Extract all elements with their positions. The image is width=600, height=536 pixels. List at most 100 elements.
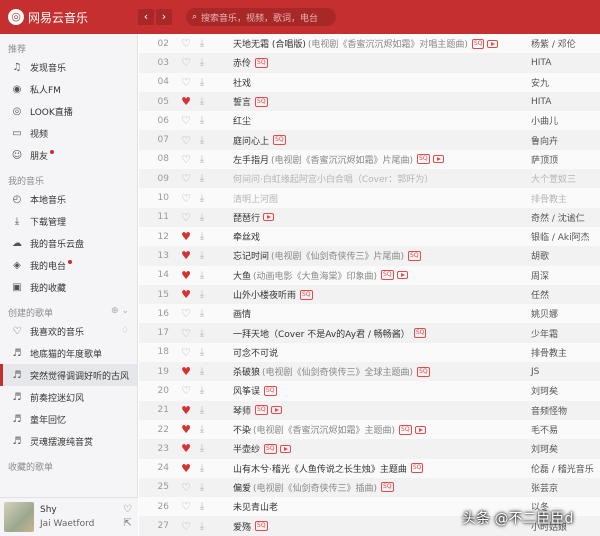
- like-icon[interactable]: ♡: [123, 503, 132, 517]
- now-playing-artist[interactable]: Jai Waetford: [40, 517, 94, 531]
- song-artist[interactable]: 排骨教主: [531, 346, 567, 359]
- download-icon[interactable]: ⤓: [195, 173, 209, 184]
- song-title[interactable]: 可念不可说: [233, 346, 523, 359]
- download-icon[interactable]: ⤓: [195, 193, 209, 204]
- song-artist[interactable]: 伦磊 / 稽光音乐: [531, 462, 594, 475]
- download-icon[interactable]: ⤓: [195, 521, 209, 532]
- sidebar-item[interactable]: ♬ 地底猫的年度歌单: [0, 342, 137, 364]
- song-title[interactable]: 天地无霜 (合唱版) (电视剧《香蜜沉沉烬如霜》对唱主题曲) SQ: [233, 37, 523, 50]
- download-icon[interactable]: ⤓: [195, 443, 209, 454]
- sidebar-item[interactable]: ◴ 本地音乐: [0, 188, 137, 210]
- song-artist[interactable]: 姚贝娜: [531, 307, 558, 320]
- download-icon[interactable]: ⤓: [195, 231, 209, 242]
- sidebar-item[interactable]: ▣ 我的收藏: [0, 276, 137, 298]
- download-icon[interactable]: ⤓: [195, 501, 209, 512]
- song-row[interactable]: 06 ♡ ⤓ 红尘 小曲儿: [139, 111, 600, 131]
- sidebar-item[interactable]: ♬ 前奏控迷幻风: [0, 386, 137, 408]
- song-row[interactable]: 16 ♡ ⤓ 画情 姚贝娜: [139, 304, 600, 324]
- mv-icon[interactable]: [279, 444, 291, 453]
- heart-icon[interactable]: ♡: [177, 520, 195, 533]
- sidebar-item[interactable]: ♬ 突然觉得调调好听的古风: [0, 364, 137, 386]
- song-artist[interactable]: 刘珂矣: [531, 384, 558, 397]
- album-cover[interactable]: [4, 502, 34, 532]
- song-artist[interactable]: 周深: [531, 269, 549, 282]
- sidebar-item[interactable]: ◎ LOOK直播: [0, 100, 137, 122]
- heart-icon[interactable]: ♡: [177, 76, 195, 89]
- heart-icon[interactable]: ♡: [177, 153, 195, 166]
- mv-icon[interactable]: [270, 406, 282, 415]
- heart-icon[interactable]: ♡: [177, 500, 195, 513]
- sidebar-item[interactable]: ▭ 视频: [0, 122, 137, 144]
- download-icon[interactable]: ⤓: [195, 57, 209, 68]
- song-artist[interactable]: 银临 / Aki阿杰: [531, 230, 590, 243]
- heart-icon[interactable]: ♡: [177, 211, 195, 224]
- download-icon[interactable]: ⤓: [195, 405, 209, 416]
- song-artist[interactable]: HITA: [531, 97, 551, 107]
- liked-heart-icon[interactable]: ♥: [177, 423, 195, 436]
- song-row[interactable]: 02 ♡ ⤓ 天地无霜 (合唱版) (电视剧《香蜜沉沉烬如霜》对唱主题曲) SQ 杨紫 / …: [139, 34, 600, 54]
- download-icon[interactable]: ⤓: [195, 115, 209, 126]
- song-artist[interactable]: 安九: [531, 76, 549, 89]
- song-title[interactable]: 山有木兮·稽光《人鱼传说之长生烛》主题曲 SQ: [233, 462, 523, 475]
- heart-icon[interactable]: ♡: [177, 307, 195, 320]
- song-row[interactable]: 15 ♥ ⤓ 山外小楼夜听雨 SQ 任然: [139, 284, 600, 305]
- heart-icon[interactable]: ♡: [177, 192, 195, 205]
- song-row[interactable]: 25 ♡ ⤓ 偏爱 (电视剧《仙剑奇侠传三》插曲) SQ 张芸京: [139, 477, 600, 498]
- song-title[interactable]: 偏爱 (电视剧《仙剑奇侠传三》插曲) SQ: [233, 481, 523, 494]
- song-title[interactable]: 画情: [233, 307, 523, 320]
- mv-icon[interactable]: [396, 271, 408, 280]
- song-row[interactable]: 20 ♡ ⤓ 风筝误 SQ 刘珂矣: [139, 381, 600, 401]
- heart-icon[interactable]: ♡: [177, 37, 195, 50]
- song-title[interactable]: 山外小楼夜听雨 SQ: [233, 288, 523, 301]
- song-title[interactable]: 琵琶行: [233, 211, 523, 224]
- song-row[interactable]: 19 ♥ ⤓ 杀破狼 (电视剧《仙剑奇侠传三》全球主题曲) SQ JS: [139, 362, 600, 382]
- back-button[interactable]: ‹: [138, 9, 154, 25]
- song-artist[interactable]: 大个萱奴三: [531, 172, 576, 185]
- heart-icon[interactable]: ♡: [177, 172, 195, 185]
- song-artist[interactable]: 鲁向卉: [531, 134, 558, 147]
- download-icon[interactable]: ⤓: [195, 77, 209, 88]
- heart-icon[interactable]: ♡: [177, 56, 195, 69]
- mv-icon[interactable]: [432, 155, 444, 164]
- song-artist[interactable]: 萨顶顶: [531, 153, 558, 166]
- download-icon[interactable]: ⤓: [195, 270, 209, 281]
- liked-heart-icon[interactable]: ♥: [177, 249, 195, 262]
- mv-icon[interactable]: [263, 213, 275, 222]
- download-icon[interactable]: ⤓: [195, 289, 209, 300]
- song-title[interactable]: 琴师 SQ: [233, 404, 523, 417]
- sidebar-item[interactable]: ♫ 发现音乐: [0, 56, 137, 78]
- heart-icon[interactable]: ♡: [177, 114, 195, 127]
- heart-icon[interactable]: ♡: [177, 384, 195, 397]
- now-playing-bar[interactable]: Shy Jai Waetford ♡ ⇱: [0, 497, 138, 536]
- song-title[interactable]: 牵丝戏: [233, 230, 523, 243]
- sidebar-item[interactable]: ♡ 我喜欢的音乐 ♢: [0, 320, 137, 342]
- song-artist[interactable]: 任然: [531, 288, 549, 301]
- download-icon[interactable]: ⤓: [195, 463, 209, 474]
- heart-icon[interactable]: ♡: [177, 481, 195, 494]
- sidebar-item[interactable]: ♬ 童年回忆: [0, 408, 137, 430]
- song-row[interactable]: 13 ♥ ⤓ 忘记时间 (电视剧《仙剑奇侠传三》片尾曲) SQ 胡歌: [139, 246, 600, 266]
- song-title[interactable]: 何间问·白虹缘起阿宫小白合唱（Cover：郭旰为）: [233, 172, 523, 185]
- song-title[interactable]: 左手指月 (电视剧《香蜜沉沉烬如霜》片尾曲) SQ: [233, 153, 523, 166]
- liked-heart-icon[interactable]: ♥: [177, 404, 195, 417]
- liked-heart-icon[interactable]: ♥: [177, 269, 195, 282]
- song-title[interactable]: 清明上河图: [233, 192, 523, 205]
- song-artist[interactable]: HITA: [531, 58, 551, 68]
- heartbeat-mode-icon[interactable]: ♢: [121, 326, 129, 336]
- song-row[interactable]: 12 ♥ ⤓ 牵丝戏 银临 / Aki阿杰: [139, 226, 600, 247]
- download-icon[interactable]: ⤓: [195, 424, 209, 435]
- download-icon[interactable]: ⤓: [195, 385, 209, 396]
- song-title[interactable]: 庭问心上 SQ: [233, 134, 523, 147]
- song-row[interactable]: 18 ♡ ⤓ 可念不可说 排骨教主: [139, 342, 600, 363]
- liked-heart-icon[interactable]: ♥: [177, 462, 195, 475]
- sidebar-item[interactable]: ⤓ 下载管理: [0, 210, 137, 232]
- forward-button[interactable]: ›: [156, 9, 172, 25]
- song-title[interactable]: 杀破狼 (电视剧《仙剑奇侠传三》全球主题曲) SQ: [233, 365, 523, 378]
- song-row[interactable]: 10 ♡ ⤓ 清明上河图 排骨教主: [139, 188, 600, 208]
- song-artist[interactable]: 奇然 / 沈谧仁: [531, 211, 585, 224]
- song-row[interactable]: 23 ♥ ⤓ 半壶纱 SQ 刘珂矣: [139, 439, 600, 459]
- mv-icon[interactable]: [414, 425, 426, 434]
- song-row[interactable]: 14 ♥ ⤓ 大鱼 (动画电影《大鱼海棠》印象曲) SQ 周深: [139, 265, 600, 285]
- download-icon[interactable]: ⤓: [195, 347, 209, 358]
- liked-heart-icon[interactable]: ♥: [177, 365, 195, 378]
